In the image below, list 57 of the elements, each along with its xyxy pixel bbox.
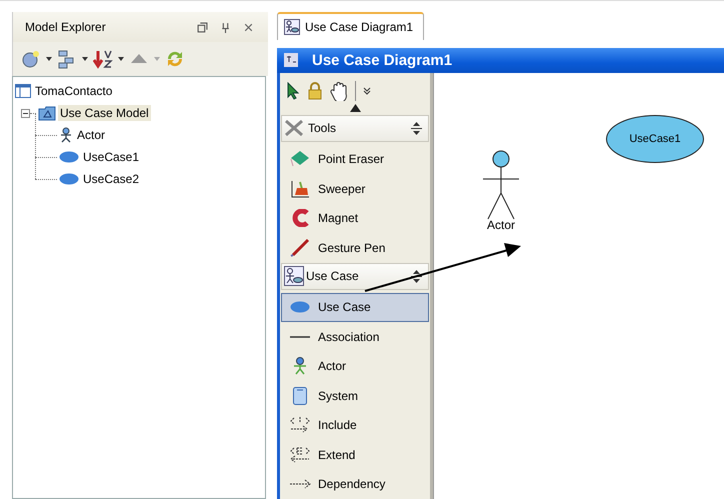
folder-icon	[38, 106, 56, 120]
use-case-ellipse[interactable]: UseCase1	[606, 114, 704, 162]
magnet-icon	[290, 209, 310, 228]
caret-icon[interactable]	[82, 57, 88, 61]
pen-icon	[290, 238, 310, 257]
actor-icon	[293, 357, 307, 376]
pin-icon[interactable]	[220, 22, 231, 32]
palette-item[interactable]: System	[281, 381, 429, 410]
hand-icon[interactable]	[330, 80, 348, 100]
chevron-icon[interactable]	[363, 86, 371, 94]
broom-icon	[290, 180, 310, 198]
caret-icon[interactable]	[46, 57, 52, 61]
expand-collapse-icon	[411, 122, 422, 134]
pointer-icon[interactable]	[286, 82, 300, 100]
ellipse-icon	[290, 301, 310, 314]
palette-item[interactable]: Association	[281, 322, 429, 352]
collapse-icon[interactable]	[21, 108, 30, 118]
system-icon	[293, 386, 307, 405]
palette-item[interactable]: Gesture Pen	[281, 233, 429, 262]
tree-item[interactable]: Actor	[75, 127, 108, 143]
close-icon[interactable]	[243, 22, 254, 32]
actor-label: Actor	[486, 218, 515, 232]
diagram-title: Use Case Diagram1	[312, 52, 452, 69]
include-icon	[289, 416, 311, 434]
ellipse-icon	[59, 151, 79, 163]
actor-figure[interactable]	[482, 150, 520, 222]
tree-item[interactable]: UseCase2	[81, 171, 142, 187]
palette-group-header[interactable]: Tools	[281, 114, 429, 142]
dashed-arrow-icon	[289, 479, 311, 490]
palette-group-header[interactable]: Use Case	[281, 262, 429, 290]
palette-item[interactable]: Use Case	[281, 292, 429, 322]
palette-item[interactable]: Magnet	[281, 204, 429, 233]
palette-item[interactable]: Include	[281, 410, 429, 440]
palette-item[interactable]: Dependency	[281, 470, 429, 499]
lock-icon[interactable]	[307, 82, 323, 100]
extend-icon	[289, 446, 311, 464]
triangle-icon[interactable]	[350, 104, 360, 112]
panel-title: Model Explorer	[25, 20, 107, 34]
line-icon	[290, 336, 310, 338]
eraser-icon	[290, 150, 310, 168]
tree-item[interactable]: Use Case Model	[58, 105, 151, 121]
palette-item[interactable]: Point Eraser	[281, 144, 429, 174]
tree-item[interactable]: TomaContacto	[33, 83, 114, 99]
tree-item[interactable]: UseCase1	[81, 149, 142, 165]
actor-icon	[59, 127, 73, 143]
sphere-icon[interactable]	[21, 49, 41, 69]
palette-item[interactable]: Actor	[281, 352, 429, 381]
project-icon	[15, 84, 31, 98]
diagram-tab[interactable]: Use Case Diagram1	[277, 12, 424, 40]
restore-icon[interactable]	[197, 22, 208, 32]
palette-item[interactable]: Extend	[281, 440, 429, 470]
sort-icon[interactable]	[93, 49, 113, 69]
tools-icon	[284, 119, 306, 137]
expand-collapse-icon	[411, 270, 422, 282]
caret-icon[interactable]	[118, 57, 124, 61]
palette-item[interactable]: Sweeper	[281, 174, 429, 204]
ellipse-icon	[59, 173, 79, 185]
